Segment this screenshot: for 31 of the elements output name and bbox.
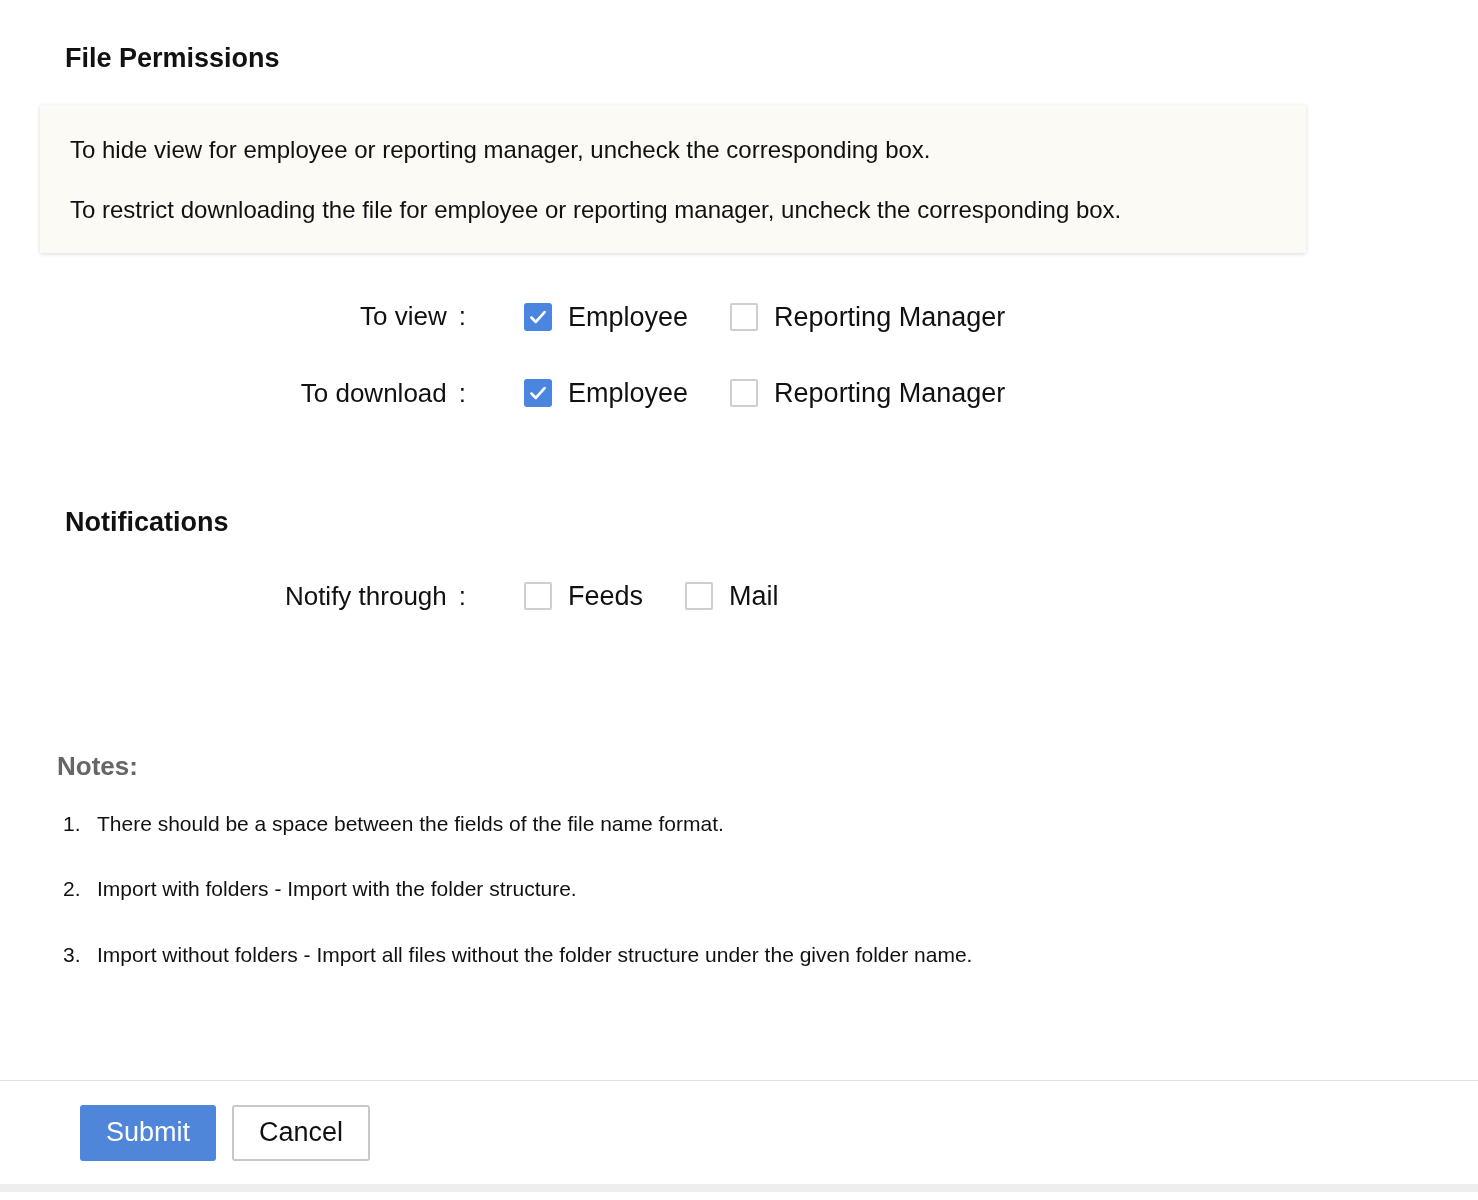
checkbox-label[interactable]: Reporting Manager xyxy=(774,373,1006,414)
checkbox[interactable] xyxy=(524,582,552,611)
note-text: Import with folders - Import with the folder structure. xyxy=(97,876,577,902)
section-heading: File Permissions xyxy=(65,42,280,75)
cancel-button[interactable]: Cancel xyxy=(232,1104,371,1161)
checkbox[interactable] xyxy=(730,302,759,331)
checkbox-label[interactable]: Employee xyxy=(568,373,689,414)
list-number: 2. xyxy=(63,876,82,902)
checkbox-label[interactable]: Reporting Manager xyxy=(774,296,1006,337)
checkbox-label[interactable]: Employee xyxy=(568,296,689,337)
checkbox[interactable] xyxy=(524,302,552,331)
checkbox[interactable] xyxy=(730,379,759,408)
field-label: To view xyxy=(360,300,447,334)
label-colon: : xyxy=(458,300,466,334)
checkbox[interactable] xyxy=(685,582,714,611)
info-text: To restrict downloading the file for employee or reporting manager, uncheck the corresponding box. xyxy=(70,194,1123,225)
info-text: To hide view for employee or reporting manager, uncheck the corresponding box. xyxy=(70,134,932,165)
field-label: To download xyxy=(300,376,447,410)
note-text: There should be a space between the fields of the file name format. xyxy=(97,810,724,837)
notes-heading: Notes: xyxy=(57,749,138,783)
checkbox[interactable] xyxy=(524,379,552,408)
label-colon: : xyxy=(458,579,466,613)
checkbox-label[interactable]: Mail xyxy=(729,576,779,617)
label-colon: : xyxy=(458,376,466,410)
list-number: 1. xyxy=(63,810,82,837)
section-heading: Notifications xyxy=(65,505,229,539)
field-label: Notify through xyxy=(284,579,447,613)
checkbox-label[interactable]: Feeds xyxy=(568,576,644,617)
submit-button[interactable]: Submit xyxy=(80,1104,217,1161)
note-text: Import without folders - Import all files without the folder structure under the given folder name. xyxy=(97,941,973,968)
list-number: 3. xyxy=(63,941,82,968)
